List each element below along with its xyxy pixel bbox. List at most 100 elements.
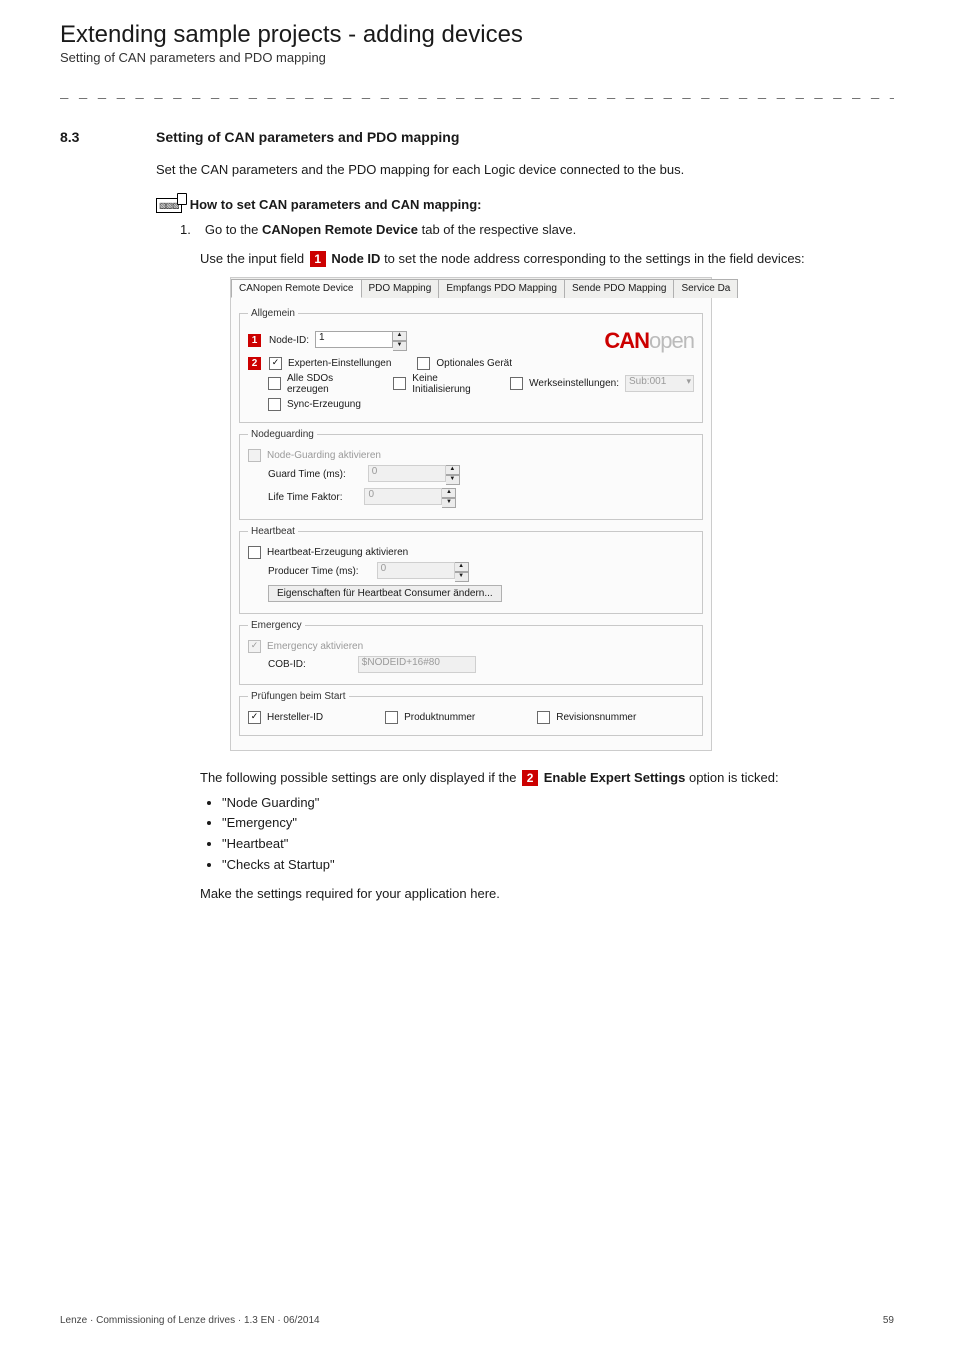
list-item: "Node Guarding" [222,794,894,813]
group-emergency-legend: Emergency [248,620,305,631]
expert-pre: The following possible settings are only… [200,770,520,785]
tab-bar: CANopen Remote Device PDO Mapping Empfan… [231,278,711,298]
checkbox-sync[interactable] [268,398,281,411]
label-nodeguarding: Node-Guarding aktivieren [267,450,381,461]
section-heading: Setting of CAN parameters and PDO mappin… [156,129,459,145]
nodeid-paragraph: Use the input field 1 Node ID to set the… [200,250,894,269]
group-nodeguarding-legend: Nodeguarding [248,429,317,440]
checkbox-optional-device[interactable] [417,357,430,370]
select-factory-sub: Sub:001 [625,375,694,392]
list-item: "Emergency" [222,814,894,833]
label-factory-settings: Werkseinstellungen: [529,378,619,389]
page-title: Extending sample projects - adding devic… [60,22,894,48]
group-allgemein: Allgemein 1 Node-ID: 1 ▲▼ CANopen [239,308,703,423]
dialog-screenshot: CANopen Remote Device PDO Mapping Empfan… [230,277,712,751]
spinner-up-icon: ▲ [455,562,469,572]
nodeid-pre: Use the input field [200,251,308,266]
callout-2-overlay: 2 [248,357,261,370]
label-heartbeat: Heartbeat-Erzeugung aktivieren [267,547,408,558]
expert-bold: Enable Expert Settings [544,770,686,785]
checkbox-all-sdos[interactable] [268,377,281,390]
procedure-title: How to set CAN parameters and CAN mappin… [190,196,482,215]
guard-time-spinner: 0 ▲▼ [368,465,460,485]
settings-list: "Node Guarding" "Emergency" "Heartbeat" … [208,794,894,875]
label-no-init: Keine Initialisierung [412,373,486,395]
label-guard-time: Guard Time (ms): [268,469,346,480]
tab-service-data[interactable]: Service Da [673,279,738,298]
label-sync: Sync-Erzeugung [287,399,361,410]
section-number: 8.3 [60,129,156,145]
checkbox-expert-settings[interactable] [269,357,282,370]
checkbox-revision-number[interactable] [537,711,550,724]
spinner-up-icon: ▲ [442,488,456,498]
footer-left: Lenze · Commissioning of Lenze drives · … [60,1315,320,1326]
spinner-down-icon: ▼ [442,498,456,508]
label-cobid: COB-ID: [268,659,306,670]
nodeid-label: Node-ID: [269,335,309,346]
life-time-spinner: 0 ▲▼ [364,488,456,508]
group-heartbeat: Heartbeat Heartbeat-Erzeugung aktivieren… [239,526,703,614]
checkbox-vendor-id[interactable] [248,711,261,724]
footer-page-number: 59 [883,1315,894,1326]
list-item: "Heartbeat" [222,835,894,854]
step-1: 1. Go to the CANopen Remote Device tab o… [180,221,894,240]
checkbox-no-init[interactable] [393,377,406,390]
nodeid-bold: Node ID [331,251,380,266]
closing-paragraph: Make the settings required for your appl… [200,885,894,904]
group-nodeguarding: Nodeguarding Node-Guarding aktivieren Gu… [239,429,703,520]
step-text-pre: Go to the [205,222,262,237]
section-intro: Set the CAN parameters and the PDO mappi… [156,161,894,180]
life-time-input: 0 [364,488,442,505]
tab-send-pdo[interactable]: Sende PDO Mapping [564,279,675,298]
step-number: 1. [180,221,191,240]
canopen-logo-b: open [649,328,694,353]
producer-time-spinner: 0 ▲▼ [377,562,469,582]
label-revision-number: Revisionsnummer [556,712,636,723]
producer-time-input: 0 [377,562,455,579]
label-product-number: Produktnummer [404,712,475,723]
nodeid-spinner[interactable]: 1 ▲▼ [315,331,407,351]
tab-pdo-mapping[interactable]: PDO Mapping [361,279,440,298]
canopen-logo-a: CAN [604,328,649,353]
group-allgemein-legend: Allgemein [248,308,298,319]
spinner-down-icon: ▼ [446,475,460,485]
label-optional-device: Optionales Gerät [436,358,512,369]
step-text-bold: CANopen Remote Device [262,222,418,237]
checkbox-product-number[interactable] [385,711,398,724]
expert-settings-paragraph: The following possible settings are only… [200,769,894,788]
spinner-down-icon[interactable]: ▼ [393,341,407,351]
page-subtitle: Setting of CAN parameters and PDO mappin… [60,50,894,65]
callout-2-badge: 2 [522,770,538,786]
label-all-sdos: Alle SDOs erzeugen [287,373,364,395]
checkbox-heartbeat[interactable] [248,546,261,559]
list-item: "Checks at Startup" [222,856,894,875]
procedure-icon: ▧▧▧ [156,198,182,214]
guard-time-input: 0 [368,465,446,482]
tab-canopen-remote[interactable]: CANopen Remote Device [231,279,362,298]
group-emergency: Emergency Emergency aktivieren COB-ID: $… [239,620,703,685]
group-heartbeat-legend: Heartbeat [248,526,298,537]
label-producer-time: Producer Time (ms): [268,566,359,577]
callout-1-overlay: 1 [248,334,261,347]
group-start-checks: Prüfungen beim Start Hersteller-ID Produ… [239,691,703,736]
checkbox-factory-settings[interactable] [510,377,523,390]
heartbeat-consumer-button[interactable]: Eigenschaften für Heartbeat Consumer änd… [268,585,502,602]
label-vendor-id: Hersteller-ID [267,712,323,723]
group-start-checks-legend: Prüfungen beim Start [248,691,349,702]
nodeid-post: to set the node address corresponding to… [384,251,805,266]
spinner-up-icon: ▲ [446,465,460,475]
canopen-logo: CANopen [604,328,694,354]
nodeid-input[interactable]: 1 [315,331,393,348]
label-emergency: Emergency aktivieren [267,641,363,652]
label-expert-settings: Experten-Einstellungen [288,358,391,369]
label-life-time: Life Time Faktor: [268,492,342,503]
expert-post: option is ticked: [689,770,779,785]
cobid-input: $NODEID+16#80 [358,656,476,673]
spinner-up-icon[interactable]: ▲ [393,331,407,341]
rule-separator: _ _ _ _ _ _ _ _ _ _ _ _ _ _ _ _ _ _ _ _ … [60,83,894,99]
checkbox-nodeguarding[interactable] [248,449,261,462]
tab-receive-pdo[interactable]: Empfangs PDO Mapping [438,279,565,298]
checkbox-emergency [248,640,261,653]
callout-1-badge: 1 [310,251,326,267]
spinner-down-icon: ▼ [455,572,469,582]
